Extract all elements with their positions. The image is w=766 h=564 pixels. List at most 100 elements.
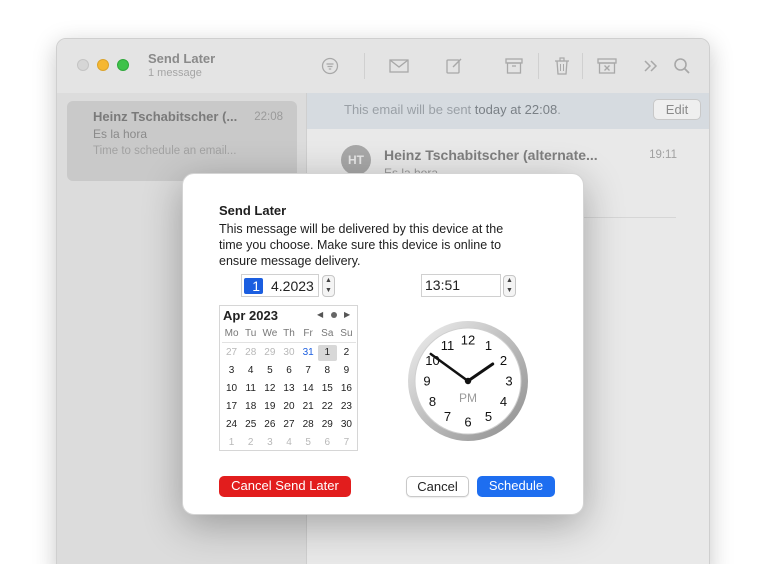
zoom-window-button[interactable] [117, 59, 129, 71]
compose-icon[interactable] [443, 55, 465, 77]
clock-center [464, 377, 472, 385]
junk-icon[interactable] [596, 55, 618, 77]
calendar-day[interactable]: 10 [222, 381, 241, 397]
clock-period: PM [459, 391, 477, 405]
clock-number: 7 [444, 409, 451, 424]
list-item[interactable]: Heinz Tschabitscher (... 22:08 Es la hor… [67, 101, 297, 181]
toolbar-separator [538, 53, 539, 79]
minimize-window-button[interactable] [97, 59, 109, 71]
calendar-day[interactable]: 22 [318, 399, 337, 415]
window-title: Send Later [148, 51, 216, 66]
message-subject: Es la hora [93, 127, 148, 141]
calendar-day[interactable]: 31 [299, 345, 318, 361]
calendar-day[interactable]: 1 [222, 435, 241, 451]
edit-button[interactable]: Edit [653, 99, 701, 120]
calendar-day[interactable]: 16 [337, 381, 356, 397]
chevron-up-icon[interactable]: ▲ [323, 276, 334, 286]
clock-number: 3 [505, 374, 512, 389]
filter-icon[interactable] [319, 55, 341, 77]
send-later-dialog: Send Later This message will be delivere… [182, 173, 584, 515]
toolbar-separator [582, 53, 583, 79]
calendar-day[interactable]: 3 [222, 363, 241, 379]
date-day-segment[interactable]: 1 [244, 278, 263, 294]
calendar-day[interactable]: 30 [279, 345, 298, 361]
clock-number: 1 [485, 338, 492, 353]
mail-sender: Heinz Tschabitscher (alternate... [384, 147, 598, 163]
close-window-button[interactable] [77, 59, 89, 71]
calendar-day[interactable]: 25 [241, 417, 260, 433]
banner-suffix: . [557, 102, 561, 117]
calendar: Apr 2023 ◀ ▶ Mo Tu We Th Fr Sa Su 27 28 29 30 31 1 2… [219, 305, 358, 451]
mail-time: 19:11 [649, 149, 677, 161]
calendar-day[interactable]: 9 [337, 363, 356, 379]
calendar-day[interactable]: 11 [241, 381, 260, 397]
calendar-day[interactable]: 6 [318, 435, 337, 451]
cancel-send-later-button[interactable]: Cancel Send Later [219, 476, 351, 497]
calendar-day[interactable]: 3 [260, 435, 279, 451]
calendar-day[interactable]: 4 [279, 435, 298, 451]
calendar-weekday: Tu [245, 328, 257, 339]
calendar-day[interactable]: 7 [299, 363, 318, 379]
calendar-day[interactable]: 14 [299, 381, 318, 397]
calendar-day[interactable]: 4 [241, 363, 260, 379]
more-icon[interactable] [640, 55, 662, 77]
calendar-day[interactable]: 1 [317, 345, 337, 361]
clock-number: 5 [485, 409, 492, 424]
trash-icon[interactable] [551, 55, 573, 77]
chevron-down-icon[interactable]: ▼ [504, 286, 515, 296]
calendar-day[interactable]: 5 [260, 363, 279, 379]
calendar-day[interactable]: 5 [299, 435, 318, 451]
calendar-days: 27 28 29 30 31 1 2 3 4 5 6 7 8 9 10 11 12 13 14 15 16 17 18 19 2… [222, 345, 356, 453]
chevron-up-icon[interactable]: ▲ [504, 276, 515, 286]
schedule-button[interactable]: Schedule [477, 476, 555, 497]
clock-number: 12 [461, 333, 475, 348]
calendar-day[interactable]: 20 [279, 399, 298, 415]
time-stepper[interactable]: ▲ ▼ [503, 275, 516, 297]
calendar-day[interactable]: 27 [222, 345, 241, 361]
calendar-weekday: Su [340, 328, 353, 339]
date-stepper[interactable]: ▲ ▼ [322, 275, 335, 297]
chevron-down-icon[interactable]: ▼ [323, 286, 334, 296]
next-month-icon[interactable]: ▶ [344, 310, 350, 319]
envelope-icon[interactable] [388, 55, 410, 77]
calendar-day[interactable]: 23 [337, 399, 356, 415]
today-dot-icon[interactable] [331, 312, 337, 318]
date-month-year-segment[interactable]: 4.2023 [271, 278, 314, 294]
clock-number: 11 [441, 338, 455, 353]
previous-month-icon[interactable]: ◀ [317, 310, 323, 319]
calendar-day[interactable]: 15 [318, 381, 337, 397]
calendar-day[interactable]: 29 [260, 345, 279, 361]
calendar-day[interactable]: 24 [222, 417, 241, 433]
cancel-button[interactable]: Cancel [406, 476, 469, 497]
dialog-description: This message will be delivered by this d… [219, 222, 504, 268]
calendar-day[interactable]: 29 [318, 417, 337, 433]
dialog-title: Send Later [219, 203, 287, 218]
analog-clock[interactable]: 12 1234567891011 PM [407, 320, 529, 442]
calendar-day[interactable]: 26 [260, 417, 279, 433]
date-field[interactable]: 1 4.2023 [241, 274, 319, 297]
message-time: 22:08 [254, 111, 283, 123]
calendar-day[interactable]: 2 [337, 345, 356, 361]
archive-icon[interactable] [503, 55, 525, 77]
message-sender: Heinz Tschabitscher (... [93, 109, 238, 124]
calendar-day[interactable]: 12 [260, 381, 279, 397]
calendar-day[interactable]: 28 [241, 345, 260, 361]
calendar-day[interactable]: 7 [337, 435, 356, 451]
clock-number: 9 [423, 374, 430, 389]
time-field[interactable]: 13:51 [421, 274, 501, 297]
calendar-day[interactable]: 27 [279, 417, 298, 433]
calendar-day[interactable]: 6 [279, 363, 298, 379]
calendar-weekdays: Mo Tu We Th Fr Sa Su [222, 328, 356, 339]
calendar-day[interactable]: 21 [299, 399, 318, 415]
search-icon[interactable] [671, 55, 693, 77]
banner-text: This email will be sent today at 22:08. [344, 102, 561, 117]
calendar-day[interactable]: 30 [337, 417, 356, 433]
calendar-day[interactable]: 13 [279, 381, 298, 397]
calendar-day[interactable]: 2 [241, 435, 260, 451]
calendar-day[interactable]: 18 [241, 399, 260, 415]
calendar-day[interactable]: 28 [299, 417, 318, 433]
title-bar: Send Later 1 message [57, 39, 709, 93]
calendar-day[interactable]: 17 [222, 399, 241, 415]
calendar-day[interactable]: 8 [318, 363, 337, 379]
calendar-day[interactable]: 19 [260, 399, 279, 415]
